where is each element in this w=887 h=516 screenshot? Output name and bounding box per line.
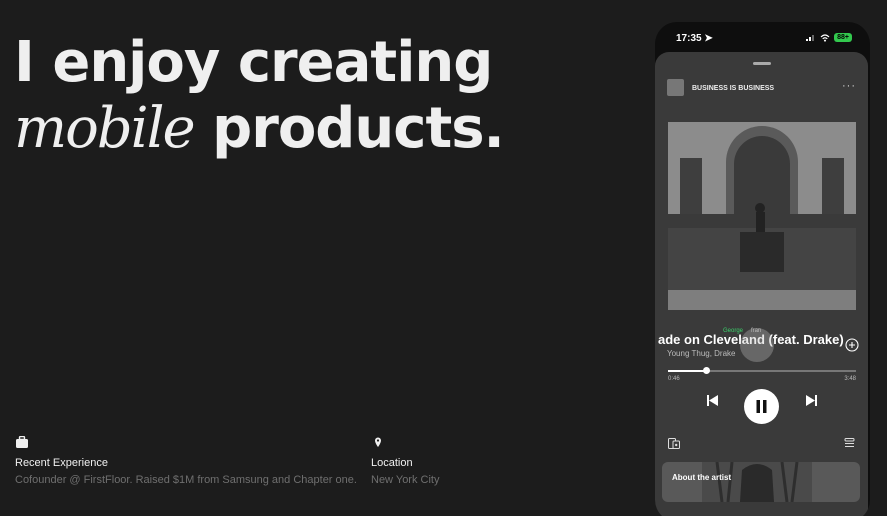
progress-fill (668, 370, 706, 372)
song-artist[interactable]: Young Thug, Drake (667, 349, 736, 358)
hero-italic-word: mobile (14, 96, 196, 161)
next-track-icon[interactable] (805, 394, 818, 407)
hero-line-2: mobile products. (14, 96, 505, 162)
sheet-grab-handle[interactable] (753, 62, 771, 65)
pause-button[interactable] (744, 389, 779, 424)
playlist-title: BUSINESS IS BUSINESS (692, 85, 775, 92)
progress-knob[interactable] (702, 367, 710, 374)
artist-photo (702, 462, 812, 502)
queue-icon[interactable] (844, 438, 855, 448)
more-options-icon[interactable]: ··· (842, 80, 856, 92)
about-artist-label: About the artist (672, 473, 732, 482)
hero-line-2-rest: products. (193, 96, 505, 161)
total-time: 3:48 (844, 376, 856, 382)
location-arrow-icon: ➤ (704, 33, 713, 44)
connect-device-icon[interactable] (668, 438, 680, 449)
briefcase-icon (16, 435, 28, 448)
signal-icon (806, 35, 815, 41)
experience-block: Recent Experience Cofounder @ FirstFloor… (15, 435, 357, 486)
add-to-library-icon[interactable] (845, 338, 859, 352)
location-value: New York City (371, 474, 440, 486)
wifi-icon (820, 33, 830, 42)
elapsed-time: 0:46 (668, 376, 680, 382)
location-label: Location (371, 457, 413, 469)
location-block: Location New York City (371, 436, 439, 486)
map-pin-icon (375, 437, 381, 447)
playlist-thumbnail (667, 79, 684, 96)
pause-icon (756, 400, 767, 413)
hero-heading: I enjoy creating mobile products. (14, 30, 505, 162)
about-artist-card[interactable]: About the artist (662, 462, 860, 502)
status-time: 17:35 ➤ (676, 33, 713, 44)
progress-bar[interactable] (668, 367, 856, 374)
status-bar: 17:35 ➤ 88+ (655, 22, 870, 54)
previous-track-icon[interactable] (706, 394, 719, 407)
touch-indicator (740, 328, 774, 362)
battery-badge: 88+ (834, 33, 852, 42)
album-art (668, 122, 856, 310)
experience-label: Recent Experience (15, 457, 108, 469)
experience-value: Cofounder @ FirstFloor. Raised $1M from … (15, 474, 357, 486)
now-playing-sheet: BUSINESS IS BUSINESS ··· George fran ade… (655, 52, 868, 516)
hero-line-1: I enjoy creating (14, 30, 493, 95)
phone-mockup: 17:35 ➤ 88+ BUSINESS IS BUSINESS ··· Geo… (655, 22, 870, 516)
